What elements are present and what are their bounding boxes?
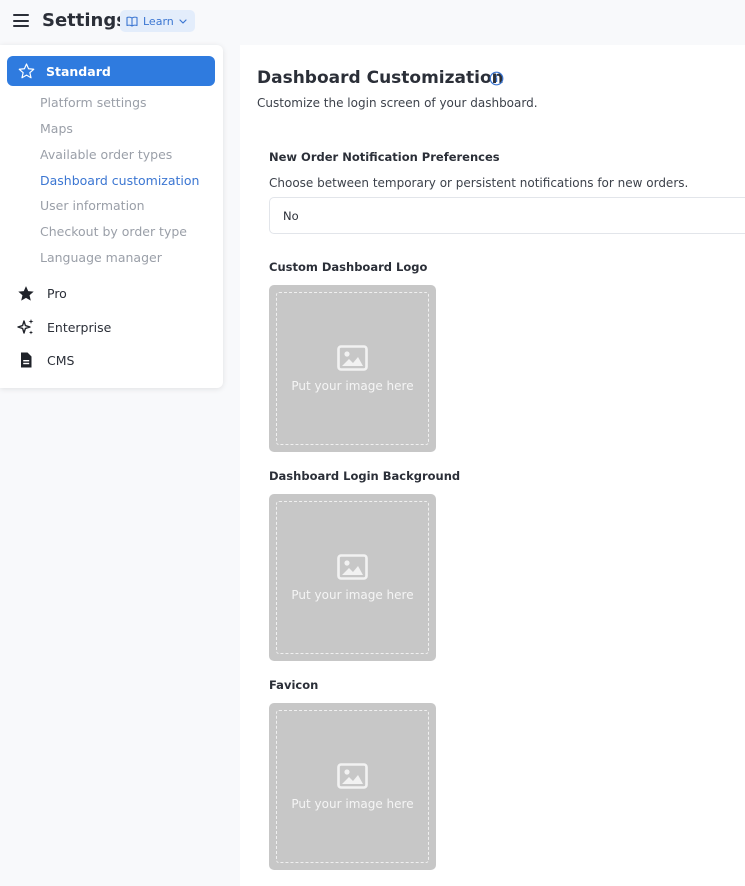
notification-preferences-select[interactable]: No <box>269 197 745 234</box>
settings-sidebar: Standard Platform settings Maps Availabl… <box>0 45 223 388</box>
star-outline-icon <box>18 63 35 79</box>
favicon-upload-dropzone[interactable]: Put your image here <box>269 703 436 870</box>
notification-preferences-label: New Order Notification Preferences <box>269 150 500 164</box>
sidebar-item-enterprise[interactable]: Enterprise <box>17 318 111 336</box>
page-title: Dashboard Customization <box>257 68 504 88</box>
chevron-down-icon <box>179 18 187 24</box>
page-header-title: Settings <box>42 10 127 31</box>
sidebar-subitem-maps[interactable]: Maps <box>40 121 73 136</box>
sidebar-item-cms[interactable]: CMS <box>17 351 74 369</box>
logo-upload-label: Custom Dashboard Logo <box>269 260 428 274</box>
document-icon <box>21 352 32 368</box>
main-panel: Dashboard Customization Customize the lo… <box>240 45 745 886</box>
sidebar-item-standard[interactable]: Standard <box>7 56 215 86</box>
sidebar-subitem-platform-settings[interactable]: Platform settings <box>40 95 147 110</box>
sidebar-subitem-checkout-by-order-type[interactable]: Checkout by order type <box>40 224 187 239</box>
hamburger-menu-icon[interactable] <box>13 14 29 27</box>
image-icon <box>337 554 368 580</box>
dropzone-placeholder: Put your image here <box>291 379 414 393</box>
sidebar-item-pro[interactable]: Pro <box>17 285 67 302</box>
sidebar-item-label: Pro <box>47 286 67 301</box>
dropzone-placeholder: Put your image here <box>291 588 414 602</box>
image-icon <box>337 763 368 789</box>
notification-preferences-description: Choose between temporary or persistent n… <box>269 176 689 190</box>
page-subtitle: Customize the login screen of your dashb… <box>257 96 538 110</box>
sidebar-subitem-dashboard-customization[interactable]: Dashboard customization <box>40 173 199 188</box>
top-bar: Settings Learn <box>0 0 745 42</box>
logo-upload-dropzone[interactable]: Put your image here <box>269 285 436 452</box>
sidebar-item-label: Standard <box>46 63 111 79</box>
select-value: No <box>283 208 299 223</box>
dropzone-placeholder: Put your image here <box>291 797 414 811</box>
sparkles-icon <box>17 319 34 335</box>
favicon-upload-label: Favicon <box>269 678 319 692</box>
sidebar-item-label: CMS <box>47 352 75 368</box>
book-icon <box>126 16 138 27</box>
image-icon <box>337 345 368 371</box>
sidebar-subitem-user-information[interactable]: User information <box>40 198 145 213</box>
learn-button-label: Learn <box>143 14 174 28</box>
info-icon[interactable] <box>489 71 504 86</box>
learn-button[interactable]: Learn <box>120 10 195 32</box>
sidebar-subitem-available-order-types[interactable]: Available order types <box>40 147 172 162</box>
login-background-upload-dropzone[interactable]: Put your image here <box>269 494 436 661</box>
star-filled-icon <box>18 286 34 301</box>
login-background-upload-label: Dashboard Login Background <box>269 469 461 483</box>
sidebar-item-label: Enterprise <box>47 319 112 335</box>
sidebar-subitem-language-manager[interactable]: Language manager <box>40 250 162 265</box>
